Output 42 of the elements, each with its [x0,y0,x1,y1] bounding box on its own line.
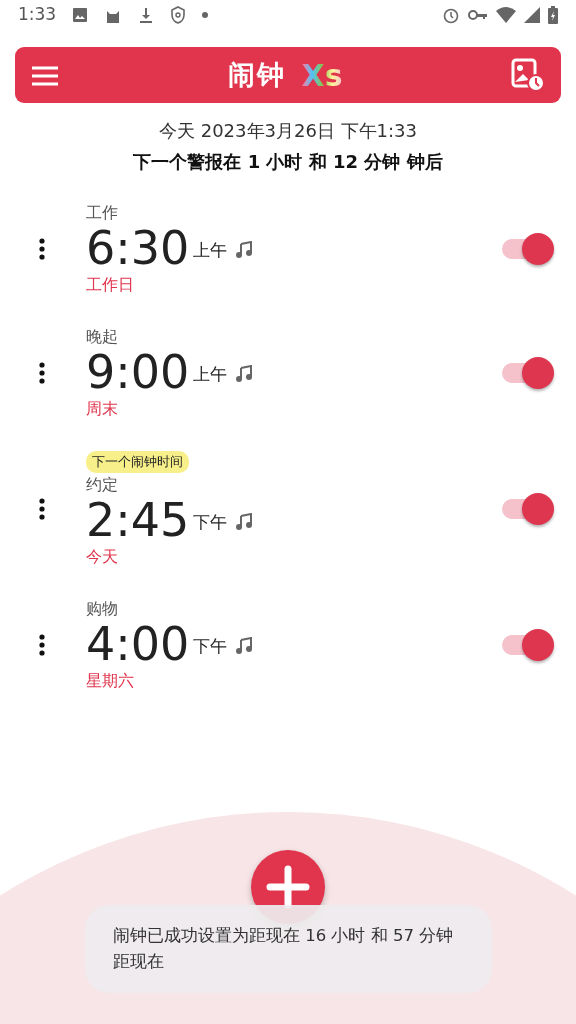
music-note-icon [235,637,254,655]
battery-icon [548,6,558,24]
image-icon [72,7,89,23]
alarm-label: 晚起 [86,326,119,348]
music-note-icon [235,365,254,383]
alarm-time: 2:45 [86,497,190,543]
alarm-toggle[interactable] [502,355,554,391]
dot-icon [202,12,209,18]
status-time: 1:33 [18,3,57,27]
alarm-label: 约定 [86,474,119,496]
music-note-icon [235,241,254,259]
alarm-time: 9:00 [86,349,190,395]
alarm-toggle[interactable] [502,627,554,663]
alarm-toggle[interactable] [502,231,554,267]
current-date: 今天 2023年3月26日 下午1:33 [158,119,418,143]
key-icon [468,9,488,21]
alarm-icon [442,6,460,24]
picture-clock-icon [511,58,545,92]
alarm-label: 购物 [86,598,119,620]
alarm-days: 今天 [86,545,502,569]
alarm-period: 上午 [193,239,228,263]
alarm-period: 上午 [193,363,228,387]
shield-icon [170,6,187,24]
next-alarm-tag: 下一个闹钟时间 [86,451,189,473]
app-title: 闹钟 [227,57,286,92]
alarm-days: 星期六 [86,669,502,693]
alarm-label: 工作 [86,202,119,224]
alarm-days: 周末 [86,397,502,421]
alarm-toggle[interactable] [502,491,554,527]
music-note-icon [235,513,254,531]
alarm-time: 6:30 [86,225,190,271]
alarm-time: 4:00 [86,621,190,667]
next-alarm-info: 下一个警报在 1 小时 和 12 分钟 钟后 [132,150,444,174]
alarm-period: 下午 [193,511,228,535]
alarm-period: 下午 [193,635,228,659]
wallpaper-clock-button[interactable] [511,58,545,92]
signal-icon [524,7,540,23]
alarm-days: 工作日 [86,273,502,297]
download-icon [138,7,155,23]
menu-icon [31,65,59,86]
wifi-icon [496,7,516,23]
toast-message: 闹钟已成功设置为距现在 16 小时 和 57 分钟距现在 [85,905,492,993]
